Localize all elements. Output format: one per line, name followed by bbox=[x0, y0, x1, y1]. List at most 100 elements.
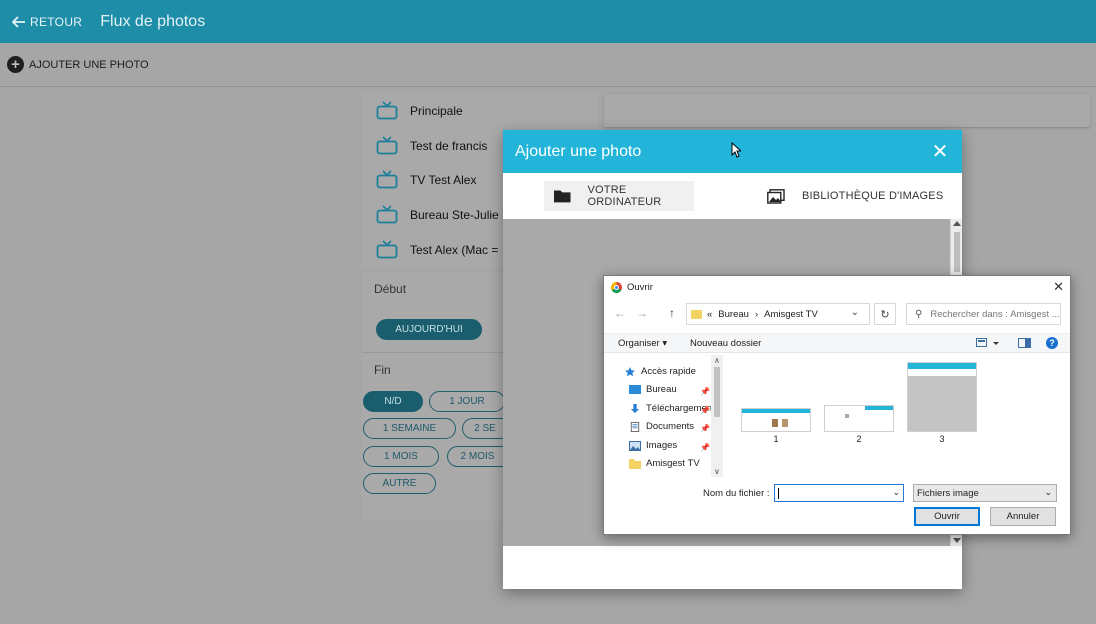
duration-option[interactable]: 2 SE bbox=[462, 418, 507, 439]
schedule-panel: Début AUJOURD'HUI Fin N/D 1 JOUR 1 SEMAI… bbox=[362, 272, 507, 521]
cancel-button[interactable]: Annuler bbox=[990, 507, 1056, 526]
duration-option[interactable]: 2 MOIS bbox=[447, 446, 507, 467]
mouse-cursor-icon bbox=[731, 142, 741, 158]
up-arrow-icon[interactable]: ↑ bbox=[669, 306, 675, 320]
close-icon[interactable]: ✕ bbox=[1053, 279, 1064, 295]
scroll-down-icon[interactable] bbox=[953, 538, 961, 543]
filename-label: Nom du fichier : bbox=[703, 488, 770, 499]
modal-tabs: VOTRE ORDINATEUR BIBLIOTHÈQUE D'IMAGES bbox=[503, 173, 962, 219]
search-icon: ⚲ bbox=[915, 308, 923, 320]
download-icon bbox=[630, 403, 640, 413]
screen-label: Test Alex (Mac = bbox=[410, 242, 499, 257]
tv-icon bbox=[376, 136, 398, 155]
command-bar: Organiser ▾ Nouveau dossier ? bbox=[604, 333, 1070, 353]
screen-label: Principale bbox=[410, 104, 463, 119]
screen-label: Test de francis bbox=[410, 138, 488, 153]
app-header: RETOUR Flux de photos bbox=[0, 0, 1096, 43]
file-item[interactable]: 3 bbox=[907, 362, 977, 444]
picture-icon bbox=[629, 440, 641, 451]
filename-input[interactable]: ⌄ bbox=[774, 484, 904, 502]
chevron-down-icon: ⌄ bbox=[1044, 487, 1052, 497]
open-file-dialog: Ouvrir ✕ ← → ↑ « Bureau › Amisgest TV ⌄ … bbox=[603, 275, 1071, 535]
forward-arrow-icon[interactable]: → bbox=[636, 306, 648, 320]
tab-library[interactable]: BIBLIOTHÈQUE D'IMAGES bbox=[767, 181, 947, 211]
duration-option[interactable]: 1 SEMAINE bbox=[363, 418, 456, 439]
file-name: 1 bbox=[773, 434, 779, 444]
screen-label: TV Test Alex bbox=[410, 173, 477, 188]
duration-option[interactable]: AUTRE bbox=[363, 473, 436, 494]
tree-scrollbar[interactable]: ∧ ∨ bbox=[711, 355, 723, 477]
breadcrumb-separator: › bbox=[754, 308, 759, 320]
add-photo-button[interactable]: + AJOUTER UNE PHOTO bbox=[7, 56, 149, 73]
today-button[interactable]: AUJOURD'HUI bbox=[376, 319, 482, 340]
file-thumbnail bbox=[741, 408, 811, 432]
chrome-icon bbox=[611, 281, 622, 293]
chevron-down-icon[interactable]: ⌄ bbox=[892, 487, 900, 498]
scroll-thumb[interactable] bbox=[954, 232, 960, 272]
pin-icon: 📌 bbox=[700, 443, 710, 452]
page-title: Flux de photos bbox=[100, 12, 206, 30]
open-button[interactable]: Ouvrir bbox=[914, 507, 980, 526]
tv-icon bbox=[376, 101, 398, 120]
navigation-pane: Accès rapide Bureau Téléchargements Docu… bbox=[604, 355, 724, 477]
refresh-icon[interactable]: ↻ bbox=[874, 303, 896, 325]
document-icon bbox=[630, 421, 640, 432]
file-name: 2 bbox=[856, 434, 862, 444]
plus-circle-icon: + bbox=[7, 56, 24, 73]
breadcrumb-overflow[interactable]: « bbox=[707, 309, 712, 320]
back-arrow-icon[interactable]: ← bbox=[614, 306, 626, 320]
search-input[interactable]: ⚲ Rechercher dans : Amisgest ... bbox=[906, 303, 1061, 325]
breadcrumb-item[interactable]: Amisgest TV bbox=[764, 309, 818, 320]
add-photo-label: AJOUTER UNE PHOTO bbox=[29, 58, 149, 71]
file-list: 1 2 3 bbox=[728, 355, 1068, 477]
scroll-thumb[interactable] bbox=[714, 367, 720, 417]
tree-item-amisgest-tv[interactable]: Amisgest TV bbox=[629, 458, 715, 469]
close-icon[interactable]: ✕ bbox=[930, 139, 950, 164]
folder-icon bbox=[629, 458, 641, 469]
toolbar: + AJOUTER UNE PHOTO bbox=[0, 43, 1096, 87]
pin-icon: 📌 bbox=[700, 424, 710, 433]
view-options-icon[interactable] bbox=[976, 337, 1000, 352]
tab-computer[interactable]: VOTRE ORDINATEUR bbox=[544, 181, 694, 211]
tab-library-label: BIBLIOTHÈQUE D'IMAGES bbox=[802, 190, 944, 202]
duration-option[interactable]: 1 JOUR bbox=[429, 391, 505, 412]
navigation-bar: ← → ↑ « Bureau › Amisgest TV ⌄ ↻ ⚲ Reche… bbox=[604, 302, 1070, 326]
file-item[interactable]: 2 bbox=[824, 405, 894, 444]
back-label: RETOUR bbox=[30, 14, 83, 29]
file-item[interactable]: 1 bbox=[741, 408, 811, 444]
text-caret bbox=[778, 488, 779, 499]
search-placeholder: Rechercher dans : Amisgest ... bbox=[930, 308, 1060, 320]
help-icon[interactable]: ? bbox=[1046, 337, 1058, 349]
dialog-titlebar: Ouvrir ✕ bbox=[604, 276, 1070, 298]
chevron-down-icon[interactable]: ⌄ bbox=[851, 307, 859, 318]
images-icon bbox=[767, 188, 785, 204]
tv-icon bbox=[376, 170, 398, 189]
file-thumbnail bbox=[824, 405, 894, 432]
filetype-value: Fichiers image bbox=[917, 487, 979, 499]
preview-pane-icon[interactable] bbox=[1018, 337, 1032, 352]
tv-icon bbox=[376, 205, 398, 224]
star-icon bbox=[625, 366, 635, 376]
folder-icon bbox=[554, 190, 571, 203]
tree-item-quick-access[interactable]: Accès rapide bbox=[624, 366, 710, 377]
end-label: Fin bbox=[374, 363, 391, 377]
file-name: 3 bbox=[939, 434, 945, 444]
organize-menu[interactable]: Organiser ▾ bbox=[618, 338, 667, 349]
duration-option[interactable]: 1 MOIS bbox=[363, 446, 439, 467]
screen-item[interactable]: Principale bbox=[362, 94, 598, 129]
duration-option[interactable]: N/D bbox=[363, 391, 423, 412]
back-button[interactable]: RETOUR bbox=[12, 15, 82, 29]
chevron-up-icon[interactable]: ∧ bbox=[714, 356, 720, 365]
tree-label: Accès rapide bbox=[641, 366, 696, 377]
breadcrumb-item[interactable]: Bureau bbox=[718, 309, 749, 320]
new-folder-button[interactable]: Nouveau dossier bbox=[690, 338, 761, 349]
divider bbox=[362, 352, 507, 353]
scroll-up-icon[interactable] bbox=[953, 221, 961, 226]
dialog-title: Ouvrir bbox=[627, 281, 653, 293]
tab-computer-label: VOTRE ORDINATEUR bbox=[587, 184, 662, 208]
pin-icon: 📌 bbox=[700, 387, 710, 396]
chevron-down-icon[interactable]: ∨ bbox=[714, 467, 720, 476]
filetype-select[interactable]: Fichiers image ⌄ bbox=[913, 484, 1057, 502]
tree-label: Images bbox=[646, 440, 678, 451]
address-bar[interactable]: « Bureau › Amisgest TV ⌄ bbox=[686, 303, 870, 325]
